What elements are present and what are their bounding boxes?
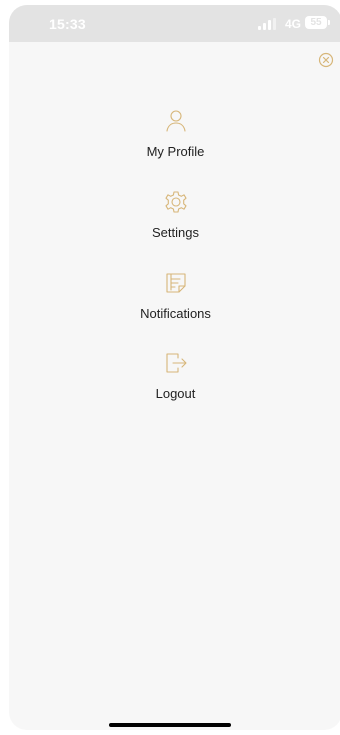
close-icon bbox=[318, 52, 334, 68]
network-type: 4G bbox=[285, 17, 302, 31]
notification-list-icon bbox=[165, 273, 186, 293]
status-bar: 15:33 4G 55 bbox=[9, 5, 340, 42]
menu-item-settings[interactable]: Settings bbox=[9, 189, 340, 240]
menu-item-label: My Profile bbox=[146, 144, 205, 159]
screen: 15:33 4G 55 My Profile Settings Notifica… bbox=[9, 5, 340, 730]
home-indicator[interactable] bbox=[109, 723, 231, 727]
menu-item-label: Notifications bbox=[140, 306, 211, 321]
battery-icon: 55 bbox=[305, 16, 330, 29]
logout-icon bbox=[165, 353, 187, 373]
menu-item-notifications[interactable]: Notifications bbox=[9, 270, 340, 321]
gear-icon bbox=[164, 191, 187, 213]
close-button[interactable] bbox=[318, 52, 334, 68]
user-icon bbox=[165, 110, 186, 132]
menu-item-label: Logout bbox=[155, 386, 196, 401]
menu-item-my-profile[interactable]: My Profile bbox=[9, 108, 340, 159]
menu-item-label: Settings bbox=[152, 225, 199, 240]
menu-item-logout[interactable]: Logout bbox=[9, 350, 340, 401]
status-time: 15:33 bbox=[49, 16, 86, 32]
signal-icon bbox=[258, 18, 282, 30]
